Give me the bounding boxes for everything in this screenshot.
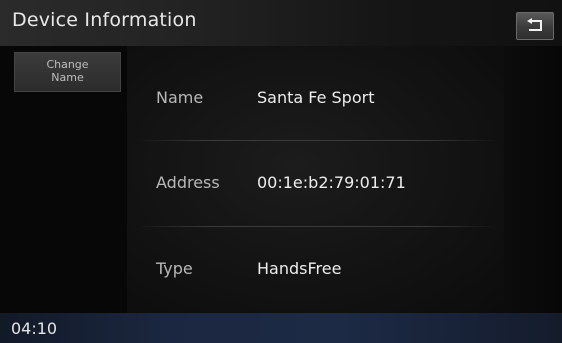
change-name-button[interactable]: Change Name — [14, 52, 121, 92]
page-title: Device Information — [12, 9, 197, 31]
address-row: Address 00:1e:b2:79:01:71 — [127, 163, 504, 203]
clock: 04:10 — [11, 319, 58, 338]
name-row: Name Santa Fe Sport — [127, 78, 504, 118]
change-name-label-line2: Name — [51, 71, 84, 84]
back-arrow-icon — [527, 18, 542, 31]
device-information-screen: Device Information Change Name Name Sant… — [0, 0, 562, 343]
divider — [137, 226, 497, 227]
divider — [137, 140, 497, 141]
device-info-panel: Name Santa Fe Sport Address 00:1e:b2:79:… — [127, 46, 504, 313]
name-value: Santa Fe Sport — [257, 88, 375, 107]
address-value: 00:1e:b2:79:01:71 — [257, 173, 406, 192]
type-value: HandsFree — [257, 259, 342, 278]
name-label: Name — [156, 88, 204, 107]
type-row: Type HandsFree — [127, 249, 504, 289]
change-name-label-line1: Change — [46, 58, 89, 71]
status-bar: 04:10 — [0, 313, 562, 343]
title-bar: Device Information — [0, 0, 562, 46]
address-label: Address — [156, 173, 220, 192]
right-panel — [504, 46, 562, 313]
type-label: Type — [156, 259, 193, 278]
back-button[interactable] — [516, 12, 554, 40]
